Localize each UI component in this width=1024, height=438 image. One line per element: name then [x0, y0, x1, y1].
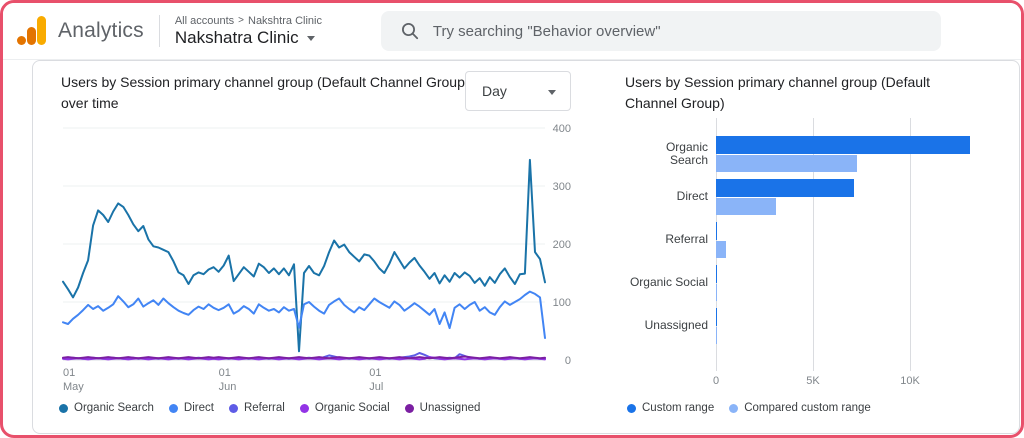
- x-axis-tick-label: 01: [63, 367, 75, 379]
- reports-snapshot-card: Users by Session primary channel group (…: [32, 60, 1020, 434]
- bar-direct-compared-range[interactable]: [716, 198, 777, 215]
- sessions-line-chart[interactable]: 0 100 200 300 400 01 May 01 Jun 01 Jul: [61, 118, 577, 418]
- chevron-right-icon: >: [238, 15, 244, 26]
- search-input[interactable]: [432, 22, 927, 40]
- search-bar[interactable]: [380, 11, 941, 51]
- legend-label: Unassigned: [419, 402, 481, 414]
- bar-organic-search-custom-range[interactable]: [716, 136, 971, 154]
- category-label: Organic Social: [629, 275, 708, 290]
- legend-dot-icon: [168, 403, 178, 413]
- bar-organic-search-compared-range[interactable]: [716, 155, 857, 172]
- x-axis-tick-label: 01: [219, 367, 231, 379]
- legend-item: Referral: [228, 402, 285, 414]
- category-label: Referral: [665, 232, 708, 247]
- gridline: [910, 118, 911, 371]
- header-divider: [158, 15, 160, 47]
- breadcrumb-account-name[interactable]: Nakshtra Clinic: [248, 15, 322, 27]
- legend-dot-icon: [228, 403, 238, 413]
- bar-referral-custom-range[interactable]: [716, 222, 718, 240]
- y-axis-tick-label: 300: [553, 181, 571, 193]
- y-axis-tick-label: 200: [553, 239, 571, 251]
- x-axis-tick-label: Jul: [369, 381, 383, 393]
- line-series-unassigned[interactable]: [62, 355, 546, 360]
- line-series-organic-search[interactable]: [62, 158, 546, 353]
- legend-item: Unassigned: [404, 402, 481, 414]
- category-label: Direct: [676, 189, 708, 204]
- category-label: Organic Search: [665, 139, 708, 167]
- line-chart-legend: Organic Search Direct Referral Organic Soci…: [59, 402, 480, 414]
- bar-chart-title: Users by Session primary channel group (…: [625, 74, 931, 111]
- category-label: Unassigned: [644, 318, 708, 333]
- x-axis-tick-label: 01: [369, 367, 381, 379]
- x-axis-tick-label: 10K: [900, 375, 920, 387]
- legend-label: Direct: [183, 402, 214, 414]
- legend-item: Compared custom range: [729, 402, 871, 414]
- breadcrumb[interactable]: All accounts > Nakshtra Clinic: [175, 15, 343, 27]
- granularity-dropdown[interactable]: Day: [465, 71, 571, 111]
- legend-label: Compared custom range: [744, 402, 871, 414]
- line-chart-title: Users by Session primary channel group (…: [61, 74, 470, 111]
- granularity-value: Day: [482, 83, 507, 99]
- chevron-down-icon: [548, 89, 556, 95]
- x-axis-tick-label: 5K: [806, 375, 820, 387]
- bar-chart-legend: Custom range Compared custom range: [627, 402, 871, 414]
- bar-organic-social-custom-range[interactable]: [716, 265, 718, 283]
- legend-label: Organic Social: [314, 402, 390, 414]
- legend-dot-icon: [404, 403, 414, 413]
- account-switcher[interactable]: All accounts > Nakshtra Clinic Nakshatra…: [175, 15, 343, 48]
- x-axis-tick-label: May: [63, 381, 84, 393]
- legend-label: Custom range: [642, 402, 715, 414]
- legend-dot-icon: [627, 403, 636, 413]
- chevron-down-icon: [306, 36, 315, 41]
- bar-unassigned-compared-range[interactable]: [716, 327, 718, 344]
- legend-label: Referral: [243, 402, 285, 414]
- top-app-bar: Analytics All accounts > Nakshtra Clinic…: [3, 3, 1021, 60]
- line-series-direct[interactable]: [62, 290, 546, 339]
- breadcrumb-all-accounts[interactable]: All accounts: [175, 15, 234, 27]
- y-axis-tick-label: 400: [553, 123, 571, 135]
- bar-direct-custom-range[interactable]: [716, 179, 854, 197]
- bar-organic-social-compared-range[interactable]: [716, 284, 718, 301]
- legend-item: Organic Social: [299, 402, 390, 414]
- product-name: Analytics: [58, 19, 144, 42]
- legend-dot-icon: [729, 403, 739, 413]
- x-axis-tick-label: Jun: [219, 381, 237, 393]
- analytics-app-window: Analytics All accounts > Nakshtra Clinic…: [0, 0, 1024, 438]
- legend-dot-icon: [299, 403, 309, 413]
- y-axis-tick-label: 0: [565, 355, 571, 367]
- legend-label: Organic Search: [74, 402, 154, 414]
- bar-referral-compared-range[interactable]: [716, 241, 726, 258]
- search-icon: [401, 23, 418, 40]
- y-axis-tick-label: 100: [553, 297, 571, 309]
- x-axis-tick-label: 0: [712, 375, 720, 387]
- legend-item: Custom range: [627, 402, 714, 414]
- sessions-bar-chart[interactable]: 0 5K 10K Organic Search Direct Referral Organi…: [625, 118, 1017, 408]
- bar-unassigned-custom-range[interactable]: [716, 308, 718, 326]
- google-analytics-logo-icon[interactable]: [17, 16, 47, 46]
- property-name[interactable]: Nakshatra Clinic: [175, 28, 299, 48]
- legend-item: Organic Search: [59, 402, 154, 414]
- legend-dot-icon: [59, 403, 68, 413]
- property-selector[interactable]: Nakshatra Clinic: [175, 28, 343, 48]
- legend-item: Direct: [168, 402, 214, 414]
